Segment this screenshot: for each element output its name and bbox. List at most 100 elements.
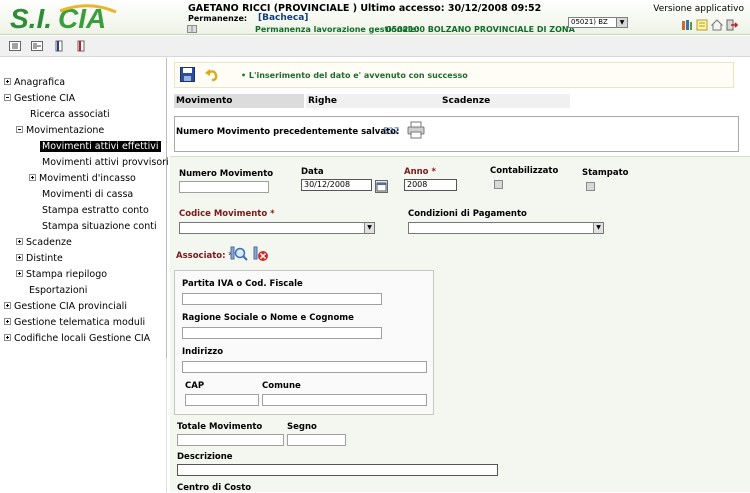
descrizione-input[interactable] xyxy=(177,464,498,476)
action-bar: • L'inserimento del dato e' avvenuto con… xyxy=(174,62,734,88)
data-label: Data xyxy=(301,167,324,177)
indirizzo-input[interactable] xyxy=(182,361,427,373)
notes-icon[interactable] xyxy=(696,19,708,31)
expand-icon[interactable] xyxy=(16,238,23,245)
cap-input[interactable] xyxy=(185,394,259,406)
expand-icon[interactable] xyxy=(16,254,23,261)
ragione-sociale-input[interactable] xyxy=(182,327,382,339)
anno-label: Anno * xyxy=(404,167,436,177)
calendar-button[interactable] xyxy=(375,180,388,193)
associato-panel: Partita IVA o Cod. Fiscale Ragione Socia… xyxy=(174,270,434,415)
expand-icon[interactable] xyxy=(4,78,11,85)
tree-item-stampa-situazione-conti[interactable]: Stampa situazione conti xyxy=(42,220,157,233)
expand-icon[interactable] xyxy=(4,302,11,309)
expand-icon[interactable] xyxy=(4,334,11,341)
save-icon[interactable] xyxy=(180,67,195,82)
tree-item-gestione-cia[interactable]: Gestione CIA xyxy=(4,92,75,105)
permanenza-lavorazione-value: 0502100 BOLZANO PROVINCIALE DI ZONA xyxy=(386,25,575,34)
document-red-icon[interactable] xyxy=(75,40,87,52)
tab-movimento[interactable]: Movimento xyxy=(174,94,304,108)
chevron-down-icon[interactable]: ▼ xyxy=(364,223,374,233)
tree-item-movimenti-cassa[interactable]: Movimenti di cassa xyxy=(42,188,133,201)
app-header: S.I. CIA GAETANO RICCI (PROVINCIALE ) Ul… xyxy=(0,0,750,35)
chevron-down-icon[interactable]: ▼ xyxy=(616,18,627,27)
cap-label: CAP xyxy=(185,381,205,391)
tree-item-stampa-riepilogo[interactable]: Stampa riepilogo xyxy=(16,268,107,281)
collapse-icon[interactable] xyxy=(4,94,11,101)
tree-item-anagrafica[interactable]: Anagrafica xyxy=(4,76,65,89)
svg-text:S.I.: S.I. xyxy=(10,3,52,34)
sicia-logo: S.I. CIA xyxy=(10,3,117,34)
book-icon xyxy=(187,25,197,33)
chevron-down-icon[interactable]: ▼ xyxy=(593,223,603,233)
associato-label: Associato: * xyxy=(176,251,233,261)
codice-movimento-select[interactable]: ▼ xyxy=(179,222,375,234)
collapse-icon[interactable] xyxy=(16,126,23,133)
contabilizzato-checkbox[interactable] xyxy=(494,180,503,189)
numero-movimento-input[interactable] xyxy=(179,181,269,193)
movement-form: Numero Movimento Data 30/12/2008 Anno * … xyxy=(170,156,750,493)
totale-movimento-label: Totale Movimento xyxy=(177,422,263,432)
province-select-value: 05021) BZ xyxy=(571,18,608,26)
tree-item-movimenti-incasso[interactable]: Movimenti d'incasso xyxy=(29,172,136,185)
comune-input[interactable] xyxy=(262,394,427,406)
contabilizzato-label: Contabilizzato xyxy=(490,166,559,176)
codice-movimento-label: Codice Movimento * xyxy=(179,209,275,219)
bookmark-icon[interactable] xyxy=(53,40,65,52)
province-select[interactable]: 05021) BZ ▼ xyxy=(568,17,628,28)
expand-icon[interactable] xyxy=(16,270,23,277)
tree-item-gestione-telematica-moduli[interactable]: Gestione telematica moduli xyxy=(4,316,145,329)
condizioni-pagamento-label: Condizioni di Pagamento xyxy=(408,209,527,219)
tab-righe[interactable]: Righe xyxy=(306,94,440,108)
tree-item-scadenze[interactable]: Scadenze xyxy=(16,236,72,249)
saved-movement-number: 537 xyxy=(383,127,400,137)
search-associato-icon[interactable] xyxy=(230,245,248,263)
logout-icon[interactable] xyxy=(726,19,739,31)
toolbar xyxy=(0,36,750,57)
partita-iva-input[interactable] xyxy=(182,293,382,305)
permanenze-label: Permanenze: xyxy=(188,14,248,23)
tab-bar: Movimento Righe Scadenze xyxy=(174,94,574,108)
printer-icon[interactable] xyxy=(407,121,425,139)
user-access-line: GAETANO RICCI (PROVINCIALE ) Ultimo acce… xyxy=(188,3,542,14)
calendar-icon xyxy=(376,182,387,192)
home-icon[interactable] xyxy=(710,19,724,31)
numero-movimento-label: Numero Movimento xyxy=(179,169,274,179)
permanenze-value[interactable]: [Bacheca] xyxy=(258,13,308,23)
segno-input[interactable] xyxy=(287,434,346,446)
stampato-checkbox[interactable] xyxy=(586,182,595,191)
condizioni-pagamento-select[interactable]: ▼ xyxy=(408,222,604,234)
ragione-sociale-label: Ragione Sociale o Nome e Cognome xyxy=(182,313,354,323)
tree-item-stampa-estratto-conto[interactable]: Stampa estratto conto xyxy=(42,204,149,217)
collapse-all-icon[interactable] xyxy=(31,40,43,52)
success-message: • L'inserimento del dato e' avvenuto con… xyxy=(241,71,468,80)
tree-item-codifiche-locali[interactable]: Codifiche locali Gestione CIA xyxy=(4,332,150,345)
undo-icon[interactable] xyxy=(204,67,219,82)
navigation-tree: Anagrafica Gestione CIA Ricerca associat… xyxy=(0,58,169,358)
expand-icon[interactable] xyxy=(29,174,36,181)
remove-associato-icon[interactable] xyxy=(252,245,270,263)
tree-item-distinte[interactable]: Distinte xyxy=(16,252,63,265)
data-input[interactable]: 30/12/2008 xyxy=(301,179,372,191)
expand-icon[interactable] xyxy=(4,318,11,325)
descrizione-label: Descrizione xyxy=(177,452,233,462)
tree-item-movimentazione[interactable]: Movimentazione xyxy=(16,124,104,137)
saved-movement-label: Numero Movimento precedentemente salvato… xyxy=(176,127,400,137)
anno-input[interactable]: 2008 xyxy=(404,179,457,191)
sidebar-empty-area xyxy=(0,358,167,492)
tree-item-gestione-cia-provinciali[interactable]: Gestione CIA provinciali xyxy=(4,300,127,313)
tree-item-ricerca-associati[interactable]: Ricerca associati xyxy=(30,108,110,121)
indirizzo-label: Indirizzo xyxy=(182,347,224,357)
saved-movement-box: Numero Movimento precedentemente salvato… xyxy=(174,116,739,152)
totale-movimento-input[interactable] xyxy=(177,434,284,446)
expand-all-icon[interactable] xyxy=(9,40,21,52)
books-icon[interactable] xyxy=(681,19,693,31)
segno-label: Segno xyxy=(287,422,317,432)
version-label[interactable]: Versione applicativo xyxy=(653,4,744,14)
tree-item-movimenti-attivi-effettivi[interactable]: Movimenti attivi effettivi xyxy=(40,140,161,153)
stampato-label: Stampato xyxy=(582,168,629,178)
tree-item-esportazioni[interactable]: Esportazioni xyxy=(29,284,87,297)
tab-scadenze[interactable]: Scadenze xyxy=(440,94,570,108)
comune-label: Comune xyxy=(262,381,301,391)
tree-item-movimenti-attivi-provvisori[interactable]: Movimenti attivi provvisori xyxy=(42,156,169,169)
